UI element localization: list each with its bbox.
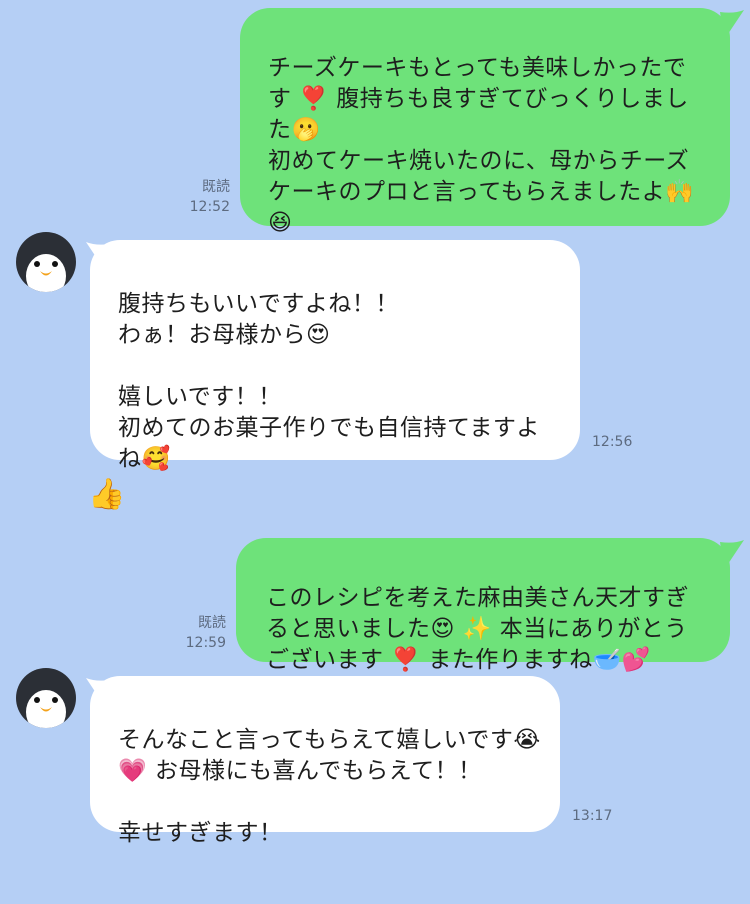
read-receipt: 既読 (198, 615, 226, 631)
message-time: 13:17 (572, 808, 613, 824)
penguin-avatar-icon[interactable] (16, 668, 76, 728)
message-meta: 既読 12:52 (170, 177, 230, 217)
bubble-tail (720, 10, 744, 40)
bubble-tail (720, 540, 744, 570)
message-text: このレシピを考えた麻由美さん天才すぎると思いました😍 ✨ 本当にありがとうござい… (266, 585, 689, 673)
penguin-avatar-icon[interactable] (16, 232, 76, 292)
message-bubble-outgoing[interactable]: チーズケーキもとっても美味しかったです ❣️ 腹持ちも良すぎてびっくりしました🫢… (240, 8, 730, 236)
message-text: そんなこと言ってもらえて嬉しいです😭 💗 お母様にも喜んでもらえて！！ 幸せすぎ… (118, 727, 541, 846)
message-time: 12:52 (189, 199, 230, 215)
message-time: 12:56 (592, 434, 633, 450)
message-meta: 既読 12:59 (166, 613, 226, 653)
message-bubble-incoming[interactable]: そんなこと言ってもらえて嬉しいです😭 💗 お母様にも喜んでもらえて！！ 幸せすぎ… (90, 676, 560, 846)
message-time: 12:59 (185, 635, 226, 651)
read-receipt: 既読 (202, 179, 230, 195)
message-bubble-outgoing[interactable]: このレシピを考えた麻由美さん天才すぎると思いました😍 ✨ 本当にありがとうござい… (236, 538, 730, 673)
message-text: チーズケーキもとっても美味しかったです ❣️ 腹持ちも良すぎてびっくりしました🫢… (268, 55, 695, 236)
thumbs-up-face-sticker[interactable]: 👍 (88, 478, 125, 512)
message-text: 腹持ちもいいですよね！！ わぁ！お母様から😍 嬉しいです！！ 初めてのお菓子作り… (118, 291, 540, 472)
message-bubble-incoming[interactable]: 腹持ちもいいですよね！！ わぁ！お母様から😍 嬉しいです！！ 初めてのお菓子作り… (90, 240, 580, 472)
